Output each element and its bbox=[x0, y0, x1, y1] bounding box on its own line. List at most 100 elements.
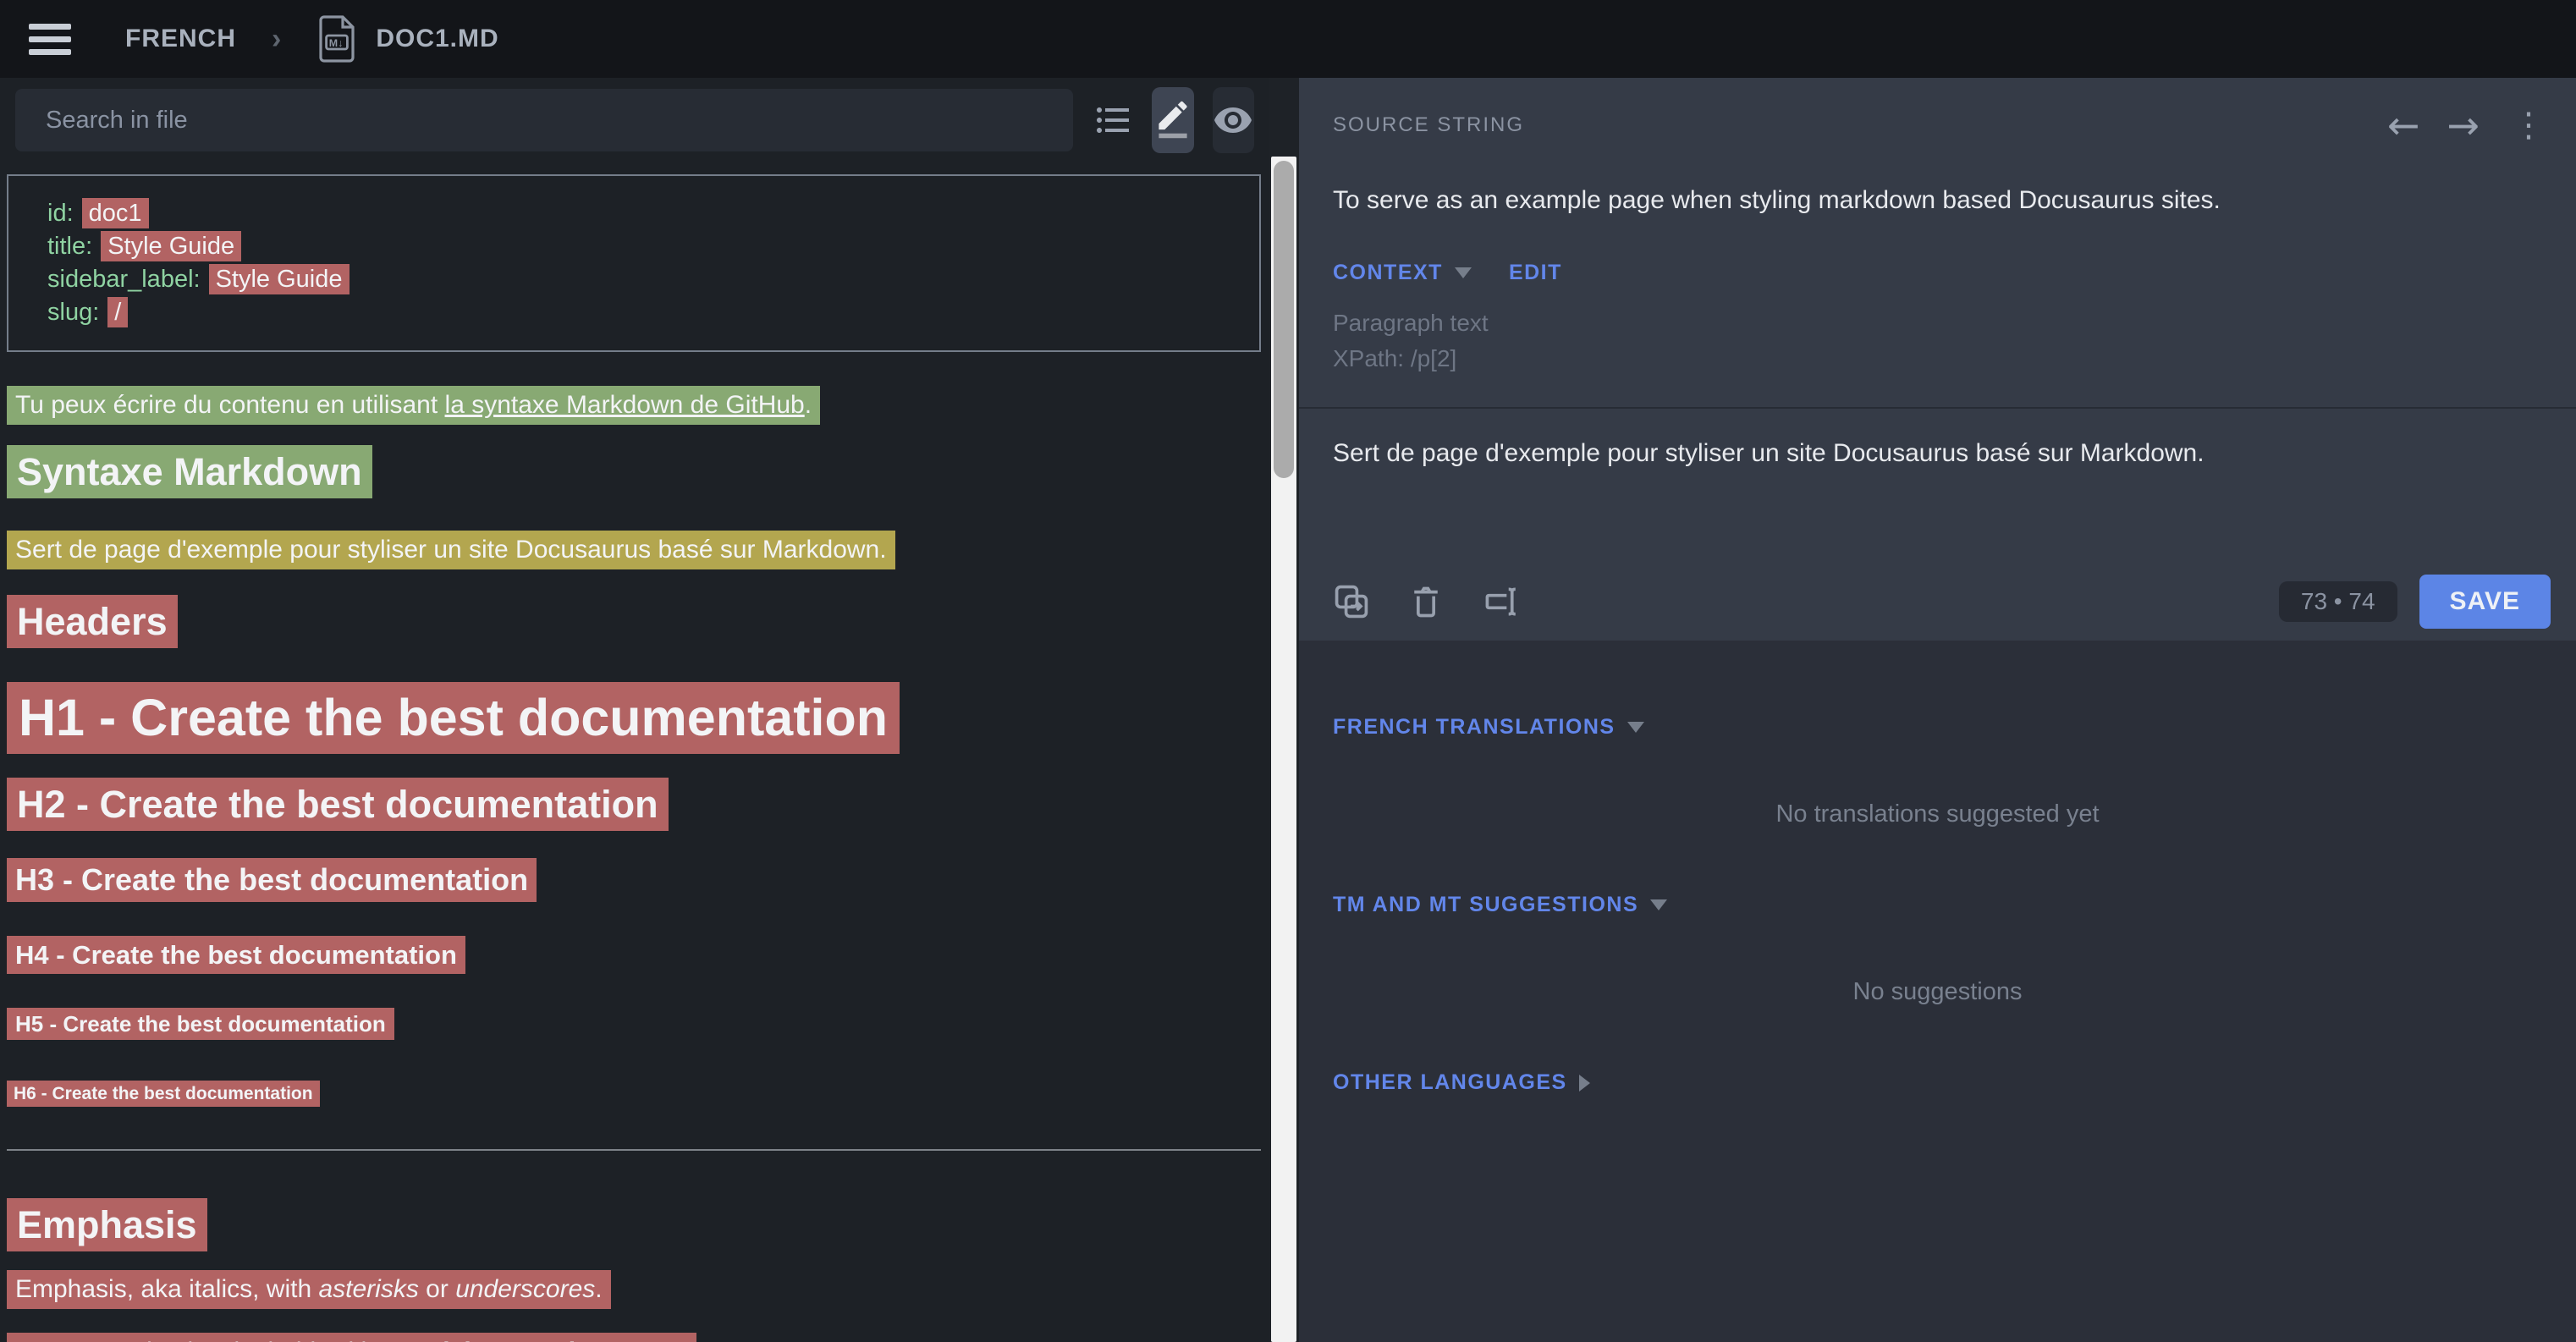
heading-emphasis[interactable]: Emphasis bbox=[7, 1198, 1261, 1251]
pencil-icon bbox=[1153, 100, 1193, 140]
french-translations-toggle[interactable]: FRENCH TRANSLATIONS bbox=[1333, 715, 1644, 740]
markdown-file-icon: M↓ bbox=[316, 14, 357, 63]
breadcrumb-project[interactable]: FRENCH bbox=[125, 25, 236, 53]
trash-icon bbox=[1407, 583, 1445, 620]
frontmatter-key: id: bbox=[47, 200, 74, 227]
tm-mt-suggestions-toggle[interactable]: TM AND MT SUGGESTIONS bbox=[1333, 893, 1667, 917]
frontmatter-row: sidebar_label: Style Guide bbox=[47, 263, 1259, 296]
chevron-down-icon bbox=[1627, 722, 1644, 733]
frontmatter-block: id: doc1 title: Style Guide sidebar_label:… bbox=[7, 174, 1261, 352]
strong-paragraph[interactable]: Strong emphasis, aka bold, with asterisk… bbox=[7, 1333, 1261, 1342]
breadcrumb-filename[interactable]: DOC1.MD bbox=[376, 25, 498, 53]
save-button[interactable]: SAVE bbox=[2419, 575, 2551, 629]
copy-source-button[interactable] bbox=[1333, 583, 1370, 620]
chevron-down-icon bbox=[1455, 267, 1472, 278]
scrollbar-thumb[interactable] bbox=[1274, 161, 1294, 478]
document-pane: id: doc1 title: Style Guide sidebar_label:… bbox=[0, 78, 1269, 1342]
tm-mt-suggestions-label: TM AND MT SUGGESTIONS bbox=[1333, 893, 1638, 917]
emphasis-paragraph[interactable]: Emphasis, aka italics, with asterisks or… bbox=[7, 1270, 1261, 1309]
search-input[interactable] bbox=[15, 89, 1073, 151]
scrollbar-column bbox=[1269, 78, 1299, 1342]
frontmatter-key: slug: bbox=[47, 299, 99, 326]
context-label: CONTEXT bbox=[1333, 261, 1443, 285]
delete-translation-button[interactable] bbox=[1407, 583, 1445, 620]
chevron-down-icon bbox=[1650, 899, 1667, 910]
bold-word: asterisks bbox=[383, 1338, 493, 1342]
frontmatter-value[interactable]: / bbox=[107, 297, 128, 327]
emphasis-text: or bbox=[419, 1275, 455, 1303]
app-header: FRENCH › M↓ DOC1.MD bbox=[0, 0, 2576, 78]
eye-icon bbox=[1213, 100, 1253, 140]
other-languages-label: OTHER LANGUAGES bbox=[1333, 1070, 1567, 1095]
list-icon bbox=[1093, 100, 1133, 140]
kebab-icon: ⋮ bbox=[2512, 106, 2546, 145]
heading-h6[interactable]: H6 - Create the best documentation bbox=[7, 1081, 1261, 1107]
previous-string-button[interactable]: ← bbox=[2374, 108, 2434, 142]
context-xpath: XPath: /p[2] bbox=[1333, 341, 2551, 377]
left-scrollbar-track[interactable] bbox=[1271, 157, 1296, 1342]
translation-toolbar: 73 • 74 SAVE bbox=[1333, 575, 2551, 641]
french-translations-section: FRENCH TRANSLATIONS bbox=[1333, 715, 2542, 740]
source-string-label: SOURCE STRING bbox=[1333, 113, 1524, 137]
context-meta: Paragraph text XPath: /p[2] bbox=[1333, 305, 2551, 377]
tm-mt-suggestions-section: TM AND MT SUGGESTIONS bbox=[1333, 893, 2542, 917]
french-translations-label: FRENCH TRANSLATIONS bbox=[1333, 715, 1616, 740]
edit-mode-button[interactable] bbox=[1152, 87, 1193, 153]
next-string-button[interactable]: → bbox=[2433, 108, 2493, 142]
text-cursor-icon bbox=[1482, 583, 1519, 620]
frontmatter-value[interactable]: Style Guide bbox=[209, 264, 350, 294]
strong-text: . bbox=[681, 1338, 688, 1342]
copy-icon bbox=[1333, 583, 1370, 620]
heading-h1[interactable]: H1 - Create the best documentation bbox=[7, 682, 1261, 754]
selected-string-paragraph[interactable]: Sert de page d'exemple pour styliser un … bbox=[7, 531, 1261, 569]
edit-context-link[interactable]: EDIT bbox=[1509, 261, 1562, 285]
intro-text-end: . bbox=[805, 391, 812, 419]
markdown-link[interactable]: la syntaxe Markdown de GitHub bbox=[445, 391, 805, 419]
suggestions-empty-text: No suggestions bbox=[1333, 978, 2542, 1006]
other-languages-section: OTHER LANGUAGES bbox=[1333, 1070, 2542, 1095]
frontmatter-row: slug: / bbox=[47, 296, 1259, 329]
frontmatter-key: sidebar_label: bbox=[47, 266, 201, 293]
context-type: Paragraph text bbox=[1333, 305, 2551, 341]
intro-paragraph[interactable]: Tu peux écrire du contenu en utilisant l… bbox=[7, 386, 1261, 425]
italic-word: underscores bbox=[455, 1275, 595, 1303]
source-string-text: To serve as an example page when styling… bbox=[1333, 186, 2551, 215]
heading-h3[interactable]: H3 - Create the best documentation bbox=[7, 858, 1261, 902]
document-toolbar bbox=[0, 78, 1269, 162]
svg-text:M↓: M↓ bbox=[329, 37, 344, 49]
source-string-header: SOURCE STRING ← → ⋮ bbox=[1333, 78, 2551, 142]
clear-translation-button[interactable] bbox=[1482, 583, 1519, 620]
intro-text: Tu peux écrire du contenu en utilisant bbox=[15, 391, 445, 419]
other-languages-toggle[interactable]: OTHER LANGUAGES bbox=[1333, 1070, 1590, 1095]
preview-button[interactable] bbox=[1213, 87, 1254, 153]
heading-h2[interactable]: H2 - Create the best documentation bbox=[7, 778, 1261, 831]
context-toggle[interactable]: CONTEXT bbox=[1333, 261, 1472, 285]
heading-h5[interactable]: H5 - Create the best documentation bbox=[7, 1008, 1261, 1040]
emphasis-text: . bbox=[595, 1275, 602, 1303]
translation-pane: SOURCE STRING ← → ⋮ To serve as an examp… bbox=[1299, 78, 2576, 1342]
breadcrumb-chevron-icon: › bbox=[272, 23, 281, 56]
char-counter: 73 • 74 bbox=[2279, 581, 2397, 622]
list-view-button[interactable] bbox=[1092, 87, 1133, 153]
right-arrow-icon: → bbox=[2447, 102, 2480, 148]
heading-syntaxe-markdown[interactable]: Syntaxe Markdown bbox=[7, 445, 1261, 498]
document-content: id: doc1 title: Style Guide sidebar_label:… bbox=[0, 162, 1269, 1342]
strong-text: Strong emphasis, aka bold, with bbox=[15, 1338, 383, 1342]
heading-h4[interactable]: H4 - Create the best documentation bbox=[7, 936, 1261, 974]
breadcrumb: FRENCH › M↓ DOC1.MD bbox=[71, 14, 499, 63]
emphasis-text: Emphasis, aka italics, with bbox=[15, 1275, 318, 1303]
main-split: id: doc1 title: Style Guide sidebar_label:… bbox=[0, 78, 2576, 1342]
translations-empty-text: No translations suggested yet bbox=[1333, 800, 2542, 828]
hamburger-menu-icon[interactable] bbox=[29, 24, 71, 55]
heading-headers[interactable]: Headers bbox=[7, 595, 1261, 648]
suggestions-panel: FRENCH TRANSLATIONS No translations sugg… bbox=[1299, 641, 2576, 1342]
more-options-button[interactable]: ⋮ bbox=[2493, 108, 2551, 142]
frontmatter-row: title: Style Guide bbox=[47, 230, 1259, 263]
section-divider bbox=[7, 1149, 1261, 1151]
bold-word: underscores bbox=[529, 1338, 681, 1342]
frontmatter-key: title: bbox=[47, 233, 92, 260]
frontmatter-value[interactable]: Style Guide bbox=[101, 231, 241, 261]
frontmatter-value[interactable]: doc1 bbox=[82, 198, 149, 228]
italic-word: asterisks bbox=[318, 1275, 418, 1303]
translation-input[interactable]: Sert de page d'exemple pour styliser un … bbox=[1333, 409, 2551, 468]
